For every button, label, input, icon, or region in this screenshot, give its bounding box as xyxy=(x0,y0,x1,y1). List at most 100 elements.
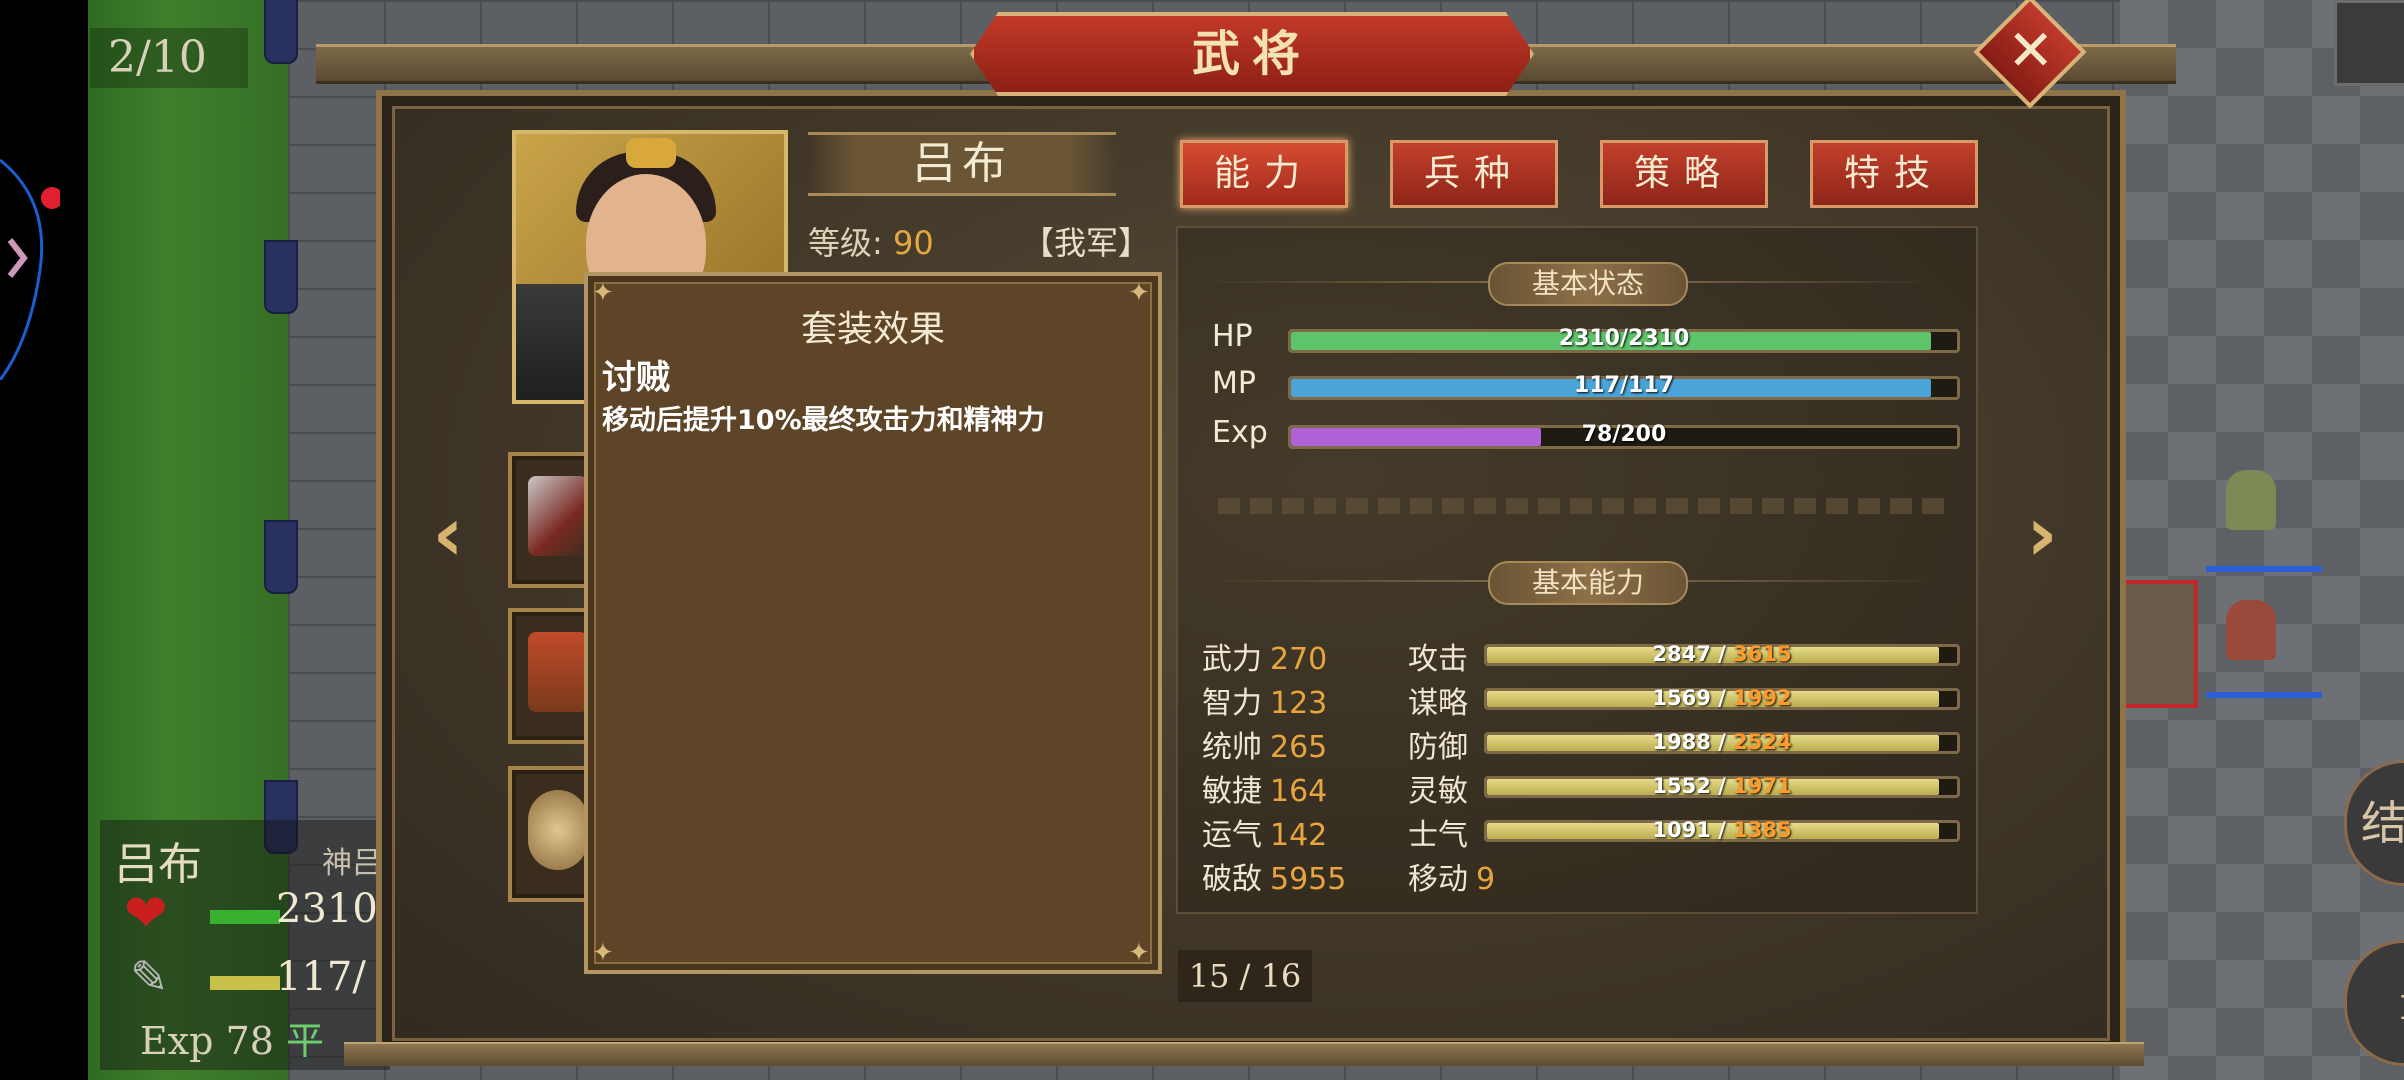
combat-bar-track: 1988 / 2524 xyxy=(1484,730,1960,754)
unit-exp-value: Exp 78 xyxy=(140,1019,274,1063)
scroll-icon[interactable] xyxy=(2334,0,2404,86)
combat-separator: / xyxy=(1710,642,1734,666)
set-effect-name: 讨贼 xyxy=(602,358,670,398)
accessory-icon xyxy=(528,790,588,870)
combat-bar-track: 1552 / 1971 xyxy=(1484,774,1960,798)
ornament-divider xyxy=(1218,498,1952,514)
assistive-touch[interactable] xyxy=(0,140,63,381)
attribute-label: 敏捷 xyxy=(1202,774,1262,809)
page-current: 15 xyxy=(1188,957,1230,995)
combat-separator: / xyxy=(1710,774,1734,798)
general-name: 吕布 xyxy=(808,132,1116,196)
feather-icon: ✎ xyxy=(130,950,169,1004)
page-total: 16 xyxy=(1260,957,1302,995)
combat-label: 灵敏 xyxy=(1408,774,1468,809)
banner-icon xyxy=(264,240,298,314)
general-level: 等级: 90 xyxy=(808,218,934,264)
unit-mp-bar xyxy=(210,976,280,990)
status-bar-track: 117/117 xyxy=(1288,373,1960,400)
set-effect-popup: ✦ ✦ ✦ ✦ 套装效果 讨贼 移动后提升10%最终攻击力和精神力 xyxy=(584,272,1162,974)
unit-sprite-general[interactable] xyxy=(2206,600,2322,700)
basic-ability-heading: 基本能力 xyxy=(1488,561,1688,605)
tab-troop-type[interactable]: 兵种 xyxy=(1390,140,1558,208)
ornament-corner-icon: ✦ xyxy=(1128,938,1150,968)
page-separator: / xyxy=(1229,957,1261,995)
status-label: MP xyxy=(1212,366,1256,401)
tab-strategy[interactable]: 策略 xyxy=(1600,140,1768,208)
combat-bar-text: 2847 / 3615 xyxy=(1487,642,1957,666)
portrait-crown xyxy=(626,138,676,168)
prev-general-button[interactable]: ‹ xyxy=(418,494,478,574)
combat-base-value: 1988 xyxy=(1652,730,1711,754)
combat-base-value: 2847 xyxy=(1652,642,1711,666)
tab-skill[interactable]: 特技 xyxy=(1810,140,1978,208)
basic-status-heading: 基本状态 xyxy=(1488,262,1688,306)
combat-bar-track: 1091 / 1385 xyxy=(1484,818,1960,842)
attribute-row: 智力 123 xyxy=(1202,678,1327,722)
popup-title: 套装效果 xyxy=(800,309,945,350)
status-label: HP xyxy=(1212,319,1253,354)
attribute-row: 敏捷 164 xyxy=(1202,766,1327,810)
combat-separator: / xyxy=(1710,730,1734,754)
attribute-value: 270 xyxy=(1270,642,1328,677)
unit-hp-value: 2310 xyxy=(276,886,378,932)
dialog-title: 武将 xyxy=(970,12,1534,96)
combat-max-value: 1385 xyxy=(1733,818,1792,842)
status-bar-track: 78/200 xyxy=(1288,422,1960,449)
unit-exp: Exp 78 平 xyxy=(140,1010,324,1065)
tab-ability[interactable]: 能力 xyxy=(1180,140,1348,208)
set-effect-description: 移动后提升10%最终攻击力和精神力 xyxy=(602,405,1045,436)
attribute-row: 破敌 5955 xyxy=(1202,854,1346,898)
heart-icon: ❤ xyxy=(124,884,168,944)
combat-max-value: 1971 xyxy=(1733,774,1792,798)
attribute-value: 5955 xyxy=(1270,862,1347,897)
combat-bar-text: 1569 / 1992 xyxy=(1487,686,1957,710)
level-value: 90 xyxy=(892,224,934,262)
combat-base-value: 1569 xyxy=(1652,686,1711,710)
attribute-label: 武力 xyxy=(1202,642,1262,677)
ornament-corner-icon: ✦ xyxy=(592,938,614,968)
move-value: 9 xyxy=(1476,862,1496,897)
dialog-bottom-frame xyxy=(344,1042,2144,1066)
combat-label: 士气 xyxy=(1408,818,1468,853)
combat-label: 防御 xyxy=(1408,730,1468,765)
attribute-row: 运气 142 xyxy=(1202,810,1327,854)
unit-info-panel: 吕布 神吕 ❤ 2310 ✎ 117/ Exp 78 平 xyxy=(100,820,390,1070)
attribute-label: 智力 xyxy=(1202,686,1262,721)
armor-icon xyxy=(528,632,588,712)
combat-bar-text: 1552 / 1971 xyxy=(1487,774,1957,798)
combat-max-value: 2524 xyxy=(1733,730,1792,754)
attribute-value: 164 xyxy=(1270,774,1328,809)
unit-name: 吕布 xyxy=(114,839,202,890)
attribute-value: 142 xyxy=(1270,818,1328,853)
assistive-touch-icon xyxy=(0,158,63,381)
combat-label: 攻击 xyxy=(1408,642,1468,677)
combat-bar-text: 1091 / 1385 xyxy=(1487,818,1957,842)
status-label: Exp xyxy=(1212,415,1268,450)
status-bar-text: 2310/2310 xyxy=(1558,326,1690,351)
general-faction: 【我军】 xyxy=(1022,224,1151,262)
attribute-row: 统帅 265 xyxy=(1202,722,1327,766)
attribute-label: 破敌 xyxy=(1202,862,1262,897)
status-bar-text: 78/200 xyxy=(1581,422,1667,447)
level-label: 等级: xyxy=(808,224,883,262)
move-label: 移动 xyxy=(1408,862,1468,897)
unit-sprite-selected[interactable] xyxy=(2118,580,2198,708)
banner-icon xyxy=(264,520,298,594)
attribute-value: 123 xyxy=(1270,686,1328,721)
status-bar-track: 2310/2310 xyxy=(1288,326,1960,353)
combat-bar-text: 1988 / 2524 xyxy=(1487,730,1957,754)
combat-separator: / xyxy=(1710,686,1734,710)
next-general-button[interactable]: › xyxy=(2012,494,2072,574)
attribute-label: 统帅 xyxy=(1202,730,1262,765)
combat-base-value: 1552 xyxy=(1652,774,1711,798)
combat-max-value: 1992 xyxy=(1733,686,1792,710)
unit-class: 神吕 xyxy=(322,846,382,881)
combat-max-value: 3615 xyxy=(1733,642,1792,666)
status-bar-text: 117/117 xyxy=(1574,373,1674,398)
combat-label: 谋略 xyxy=(1408,686,1468,721)
combat-bar-track: 2847 / 3615 xyxy=(1484,642,1960,666)
attribute-row: 武力 270 xyxy=(1202,634,1327,678)
attribute-label: 运气 xyxy=(1202,818,1262,853)
unit-sprite-soldier[interactable] xyxy=(2206,470,2322,572)
